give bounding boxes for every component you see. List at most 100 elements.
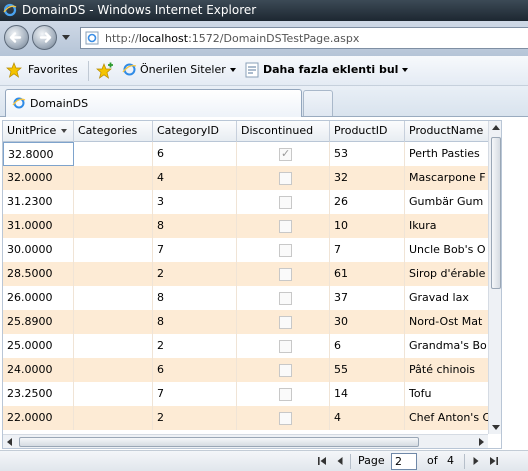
- cell-categoryid[interactable]: 2: [153, 262, 237, 286]
- cell-categories[interactable]: [74, 166, 153, 190]
- address-field[interactable]: http://localhost:1572/DomainDSTestPage.a…: [80, 27, 528, 49]
- cell-discontinued[interactable]: [237, 190, 330, 214]
- cell-categories[interactable]: [74, 310, 153, 334]
- cell-productid[interactable]: 10: [330, 214, 405, 238]
- cell-discontinued[interactable]: [237, 406, 330, 430]
- cell-productid[interactable]: 53: [330, 142, 405, 166]
- table-row[interactable]: 25.8900 8 30 Nord-Ost Mat: [3, 310, 501, 334]
- cell-unitprice[interactable]: 26.0000: [3, 286, 74, 310]
- forward-button[interactable]: [32, 25, 57, 50]
- cell-unitprice[interactable]: 25.8900: [3, 310, 74, 334]
- cell-productname[interactable]: Uncle Bob's O: [405, 238, 490, 262]
- cell-productid[interactable]: 61: [330, 262, 405, 286]
- cell-discontinued[interactable]: [237, 382, 330, 406]
- add-to-favorites-icon[interactable]: [96, 62, 114, 80]
- vertical-scrollbar[interactable]: [488, 121, 501, 434]
- discontinued-checkbox[interactable]: [279, 268, 292, 281]
- cell-categoryid[interactable]: 6: [153, 358, 237, 382]
- column-header-categories[interactable]: Categories: [74, 121, 153, 142]
- new-tab-button[interactable]: [303, 90, 333, 116]
- cell-categories[interactable]: [74, 334, 153, 358]
- cell-unitprice[interactable]: 32.8000: [3, 142, 74, 166]
- table-row[interactable]: 31.0000 8 10 Ikura: [3, 214, 501, 238]
- cell-productname[interactable]: Sirop d'érable: [405, 262, 490, 286]
- discontinued-checkbox[interactable]: [279, 244, 292, 257]
- table-row[interactable]: 32.8000 6 53Perth Pasties: [3, 142, 501, 166]
- cell-productid[interactable]: 55: [330, 358, 405, 382]
- cell-categoryid[interactable]: 3: [153, 190, 237, 214]
- cell-categoryid[interactable]: 2: [153, 334, 237, 358]
- table-row[interactable]: 25.0000 2 6 Grandma's Bo: [3, 334, 501, 358]
- horizontal-scrollbar[interactable]: [3, 434, 488, 448]
- next-page-icon[interactable]: [470, 455, 482, 467]
- column-header-categoryid[interactable]: CategoryID: [153, 121, 237, 142]
- cell-categoryid[interactable]: 7: [153, 382, 237, 406]
- first-page-icon[interactable]: [316, 455, 328, 467]
- table-row[interactable]: 24.0000 6 55 Pâté chinois: [3, 358, 501, 382]
- cell-productid[interactable]: 37: [330, 286, 405, 310]
- scroll-down-icon[interactable]: [492, 425, 500, 430]
- cell-categoryid[interactable]: 8: [153, 286, 237, 310]
- cell-productname[interactable]: Mascarpone F: [405, 166, 490, 190]
- table-row[interactable]: 22.0000 2 4 Chef Anton's C: [3, 406, 501, 430]
- cell-productid[interactable]: 7: [330, 238, 405, 262]
- horizontal-scroll-thumb[interactable]: [19, 437, 419, 447]
- cell-productid[interactable]: 30: [330, 310, 405, 334]
- discontinued-checkbox[interactable]: [279, 388, 292, 401]
- cell-categories[interactable]: [74, 214, 153, 238]
- cell-categories[interactable]: [74, 358, 153, 382]
- cell-discontinued[interactable]: [237, 214, 330, 238]
- cell-discontinued[interactable]: [237, 238, 330, 262]
- cell-unitprice[interactable]: 28.5000: [3, 262, 74, 286]
- scroll-right-icon[interactable]: [479, 438, 484, 446]
- cell-categories[interactable]: [74, 142, 153, 166]
- cell-productname[interactable]: Pâté chinois: [405, 358, 490, 382]
- cell-categoryid[interactable]: 8: [153, 214, 237, 238]
- discontinued-checkbox[interactable]: [279, 147, 292, 161]
- column-header-productid[interactable]: ProductID: [330, 121, 405, 142]
- table-row[interactable]: 31.2300 3 26 Gumbär Gum: [3, 190, 501, 214]
- cell-discontinued[interactable]: [237, 166, 330, 190]
- column-header-unitprice[interactable]: UnitPrice: [3, 121, 74, 142]
- cell-categories[interactable]: [74, 238, 153, 262]
- tab-domainds[interactable]: DomainDS: [5, 89, 302, 117]
- cell-unitprice[interactable]: 24.0000: [3, 358, 74, 382]
- column-header-productname[interactable]: ProductName: [405, 121, 490, 142]
- cell-productname[interactable]: Perth Pasties: [405, 142, 490, 166]
- suggested-sites-button[interactable]: Önerilen Siteler: [140, 63, 236, 76]
- cell-discontinued[interactable]: [237, 358, 330, 382]
- cell-categories[interactable]: [74, 262, 153, 286]
- discontinued-checkbox[interactable]: [279, 412, 292, 425]
- cell-discontinued[interactable]: [237, 286, 330, 310]
- discontinued-checkbox[interactable]: [279, 316, 292, 329]
- scroll-up-icon[interactable]: [492, 125, 500, 130]
- cell-productid[interactable]: 32: [330, 166, 405, 190]
- table-row[interactable]: 23.2500 7 14 Tofu: [3, 382, 501, 406]
- cell-categories[interactable]: [74, 382, 153, 406]
- cell-productname[interactable]: Nord-Ost Mat: [405, 310, 490, 334]
- cell-productname[interactable]: Gravad lax: [405, 286, 490, 310]
- column-header-discontinued[interactable]: Discontinued: [237, 121, 330, 142]
- more-addons-button[interactable]: Daha fazla eklenti bul: [263, 63, 409, 76]
- cell-productname[interactable]: Tofu: [405, 382, 490, 406]
- back-button[interactable]: [4, 25, 29, 50]
- previous-page-icon[interactable]: [334, 455, 346, 467]
- favorites-button[interactable]: Favorites: [28, 63, 78, 76]
- cell-categoryid[interactable]: 7: [153, 238, 237, 262]
- cell-productname[interactable]: Grandma's Bo: [405, 334, 490, 358]
- cell-unitprice[interactable]: 23.2500: [3, 382, 74, 406]
- cell-discontinued[interactable]: [237, 262, 330, 286]
- table-row[interactable]: 26.0000 8 37 Gravad lax: [3, 286, 501, 310]
- cell-discontinued[interactable]: [237, 334, 330, 358]
- last-page-icon[interactable]: [488, 455, 500, 467]
- scroll-left-icon[interactable]: [7, 438, 12, 446]
- cell-productid[interactable]: 26: [330, 190, 405, 214]
- discontinued-checkbox[interactable]: [279, 340, 292, 353]
- cell-categories[interactable]: [74, 190, 153, 214]
- cell-categories[interactable]: [74, 406, 153, 430]
- discontinued-checkbox[interactable]: [279, 364, 292, 377]
- cell-productname[interactable]: Chef Anton's C: [405, 406, 490, 430]
- table-row[interactable]: 30.0000 7 7 Uncle Bob's O: [3, 238, 501, 262]
- cell-discontinued[interactable]: [237, 310, 330, 334]
- cell-productid[interactable]: 14: [330, 382, 405, 406]
